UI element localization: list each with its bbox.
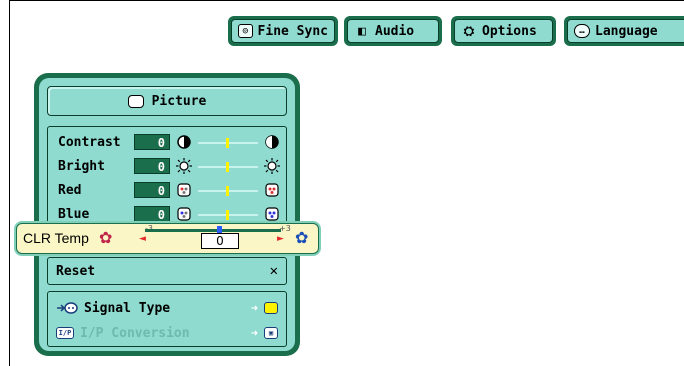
adjust-value: 0 — [134, 158, 170, 174]
menu-tabs: ◎ Fine Sync ◧ Audio ⛭ Options … Language — [228, 16, 684, 46]
reset-label: Reset — [56, 263, 96, 279]
tab-language[interactable]: … Language — [564, 16, 684, 46]
warm-fan-icon: ✿ — [99, 228, 113, 247]
signal-type-label: Signal Type — [84, 300, 171, 316]
arrow-right-icon[interactable]: ► — [277, 234, 284, 244]
picture-title-text: Picture — [151, 93, 207, 109]
signal-type-row[interactable]: Signal Type ➜ — [56, 296, 278, 320]
contrast-slider[interactable] — [198, 134, 258, 150]
picture-title: Picture — [47, 86, 287, 116]
adjust-label: Red — [58, 182, 82, 198]
contrast-high-icon — [264, 134, 280, 150]
tab-fine-sync[interactable]: ◎ Fine Sync — [228, 16, 338, 46]
arrow-left-icon[interactable]: ◄ — [139, 234, 146, 244]
submenu-icon — [264, 302, 278, 314]
tab-label: Fine Sync — [257, 23, 328, 39]
brightness-low-icon — [176, 158, 192, 174]
arrow-right-icon: ➜ — [250, 301, 258, 315]
adjust-label: Contrast — [58, 134, 121, 150]
options-icon: ⛭ — [463, 23, 475, 39]
adjustment-list: Contrast 0 Bright 0 Red 0 Blue 0 — [47, 126, 287, 228]
fine-sync-icon: ◎ — [238, 24, 253, 38]
red-slider[interactable] — [198, 182, 258, 198]
monitor-icon — [127, 94, 144, 108]
ip-conversion-icon: I/P — [56, 327, 74, 339]
clr-temp-scale — [145, 229, 281, 232]
tab-label: Language — [595, 23, 658, 39]
adjust-value: 0 — [134, 182, 170, 198]
adjust-row-red[interactable]: Red 0 — [58, 179, 280, 201]
blue-slider[interactable] — [198, 206, 258, 222]
submenu-icon: ▣ — [264, 327, 278, 339]
arrow-right-icon: ➜ — [250, 326, 258, 340]
blue-high-icon — [264, 206, 280, 222]
blue-low-icon — [176, 206, 192, 222]
clr-temp-max: +3 — [279, 224, 291, 233]
screen-left-border — [9, 0, 10, 366]
adjust-value: 0 — [134, 206, 170, 222]
brightness-high-icon — [264, 158, 280, 174]
clr-temp-value: 0 — [201, 233, 239, 249]
ip-conversion-row[interactable]: I/P I/P Conversion ➜ ▣ — [56, 321, 278, 345]
bright-slider[interactable] — [198, 158, 258, 174]
adjust-row-bright[interactable]: Bright 0 — [58, 155, 280, 177]
signal-section: Signal Type ➜ I/P I/P Conversion ➜ ▣ — [47, 291, 287, 347]
adjust-row-blue[interactable]: Blue 0 — [58, 203, 280, 225]
speaker-icon: ◧ — [358, 23, 366, 39]
reset-x-icon: ✕ — [269, 263, 278, 279]
clr-temp-label: CLR Temp — [23, 230, 89, 246]
cool-fan-icon: ✿ — [295, 228, 309, 247]
picture-menu-body: Picture Contrast 0 Bright 0 Red 0 Blue 0… — [39, 78, 295, 351]
red-high-icon — [264, 182, 280, 198]
ip-conversion-label: I/P Conversion — [80, 325, 190, 341]
screen-top-border — [9, 0, 684, 1]
picture-menu-panel: Picture Contrast 0 Bright 0 Red 0 Blue 0… — [34, 73, 300, 356]
adjust-label: Bright — [58, 158, 105, 174]
adjust-value: 0 — [134, 134, 170, 150]
adjust-row-contrast[interactable]: Contrast 0 — [58, 131, 280, 153]
adjust-label: Blue — [58, 206, 90, 222]
speech-bubble-icon: … — [574, 24, 590, 38]
contrast-low-icon — [176, 134, 192, 150]
tab-label: Options — [482, 23, 537, 39]
tab-label: Audio — [375, 23, 415, 39]
reset-row[interactable]: Reset ✕ — [47, 257, 287, 285]
clr-temp-adjuster[interactable]: CLR Temp ✿ -3 +3 ◄ 0 ► ✿ — [16, 223, 319, 254]
red-low-icon — [176, 182, 192, 198]
signal-type-icon — [56, 301, 78, 315]
tab-options[interactable]: ⛭ Options — [451, 16, 556, 46]
tab-audio[interactable]: ◧ Audio — [344, 16, 442, 46]
